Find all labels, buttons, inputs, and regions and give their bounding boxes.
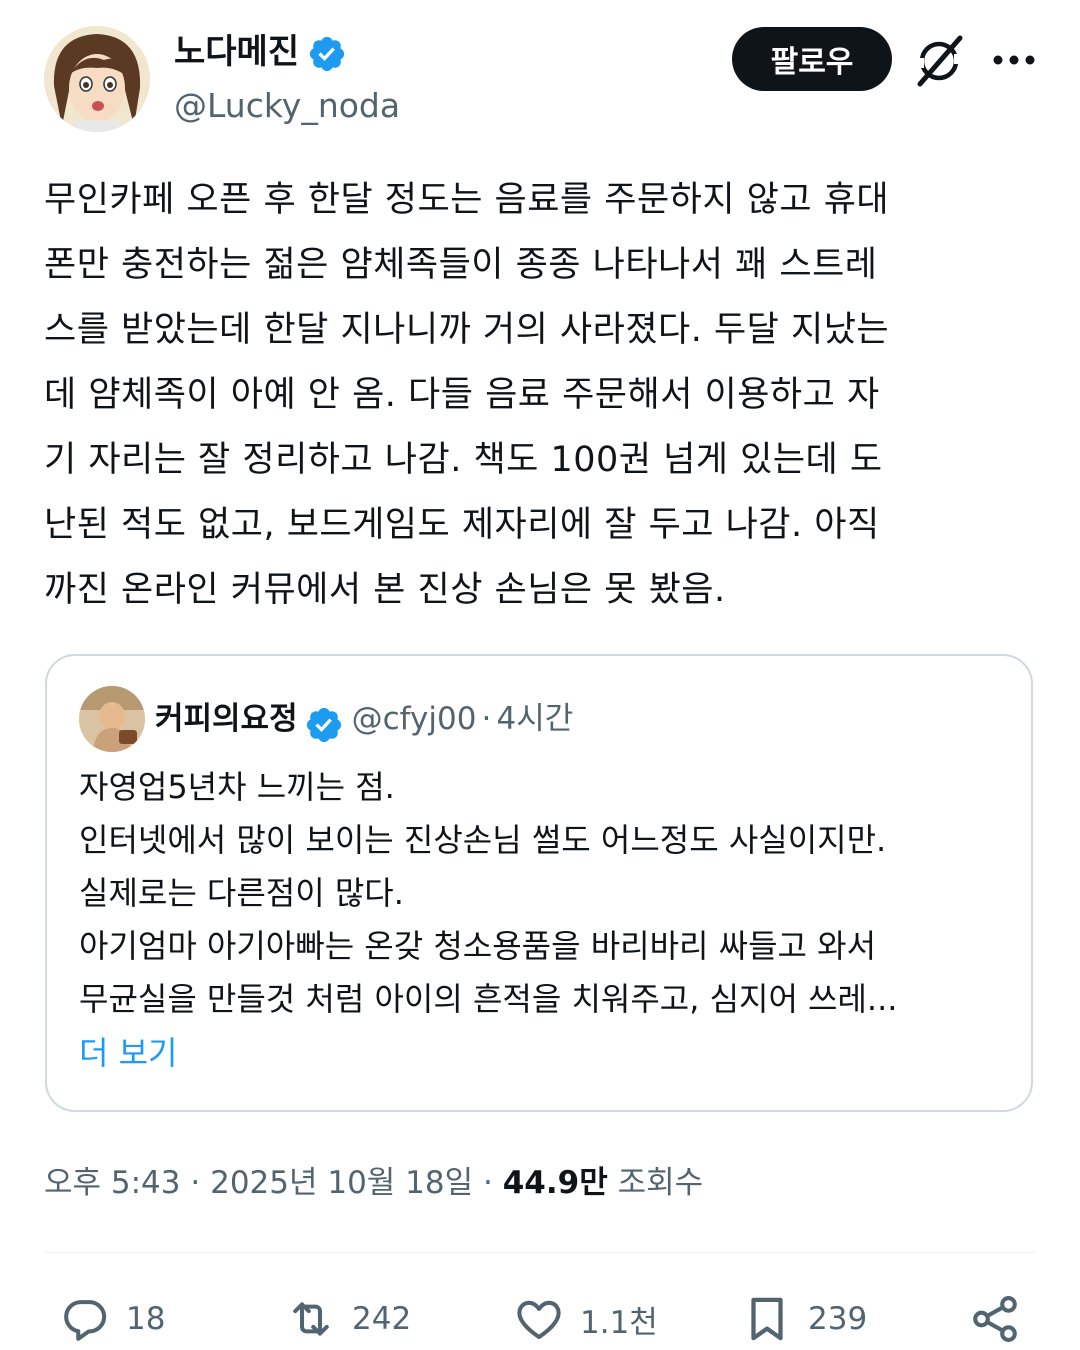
views-label: 조회수 — [617, 1165, 704, 1201]
tweet-text-line: 까진 온라인 커뮤에서 본 진상 손님은 못 봤음. — [44, 570, 726, 610]
tweet-text-line: 폰만 충전하는 젊은 얌체족들이 종종 나타나서 꽤 스트레 — [44, 245, 878, 285]
bookmark-button[interactable]: 239 — [740, 1292, 867, 1346]
tweet-header: 노다메진 @Lucky_noda 팔로우 — [0, 0, 1080, 150]
quote-separator: · — [481, 701, 492, 737]
retweet-count: 242 — [352, 1301, 412, 1337]
show-more-link[interactable]: 더 보기 — [79, 1028, 178, 1078]
quote-text-line: 자영업5년차 느끼는 점. — [79, 768, 395, 806]
like-count: 1.1천 — [580, 1304, 658, 1341]
action-bar: 18 242 1.1천 239 — [0, 1280, 1080, 1350]
grok-icon[interactable] — [912, 32, 968, 88]
divider — [44, 1252, 1036, 1253]
tweet-text-line: 데 얌체족이 아예 안 옴. 다들 음료 주문해서 이용하고 자 — [44, 375, 880, 415]
heart-icon — [517, 1300, 561, 1340]
author-avatar[interactable] — [44, 26, 150, 132]
quote-author-handle[interactable]: @cfyj00 — [352, 701, 477, 737]
tweet-text: 무인카페 오픈 후 한달 정도는 음료를 주문하지 않고 휴대 폰만 충전하는 … — [44, 168, 1036, 623]
tweet-time[interactable]: 오후 5:43 — [44, 1165, 181, 1201]
share-button[interactable] — [968, 1292, 1022, 1346]
retweet-icon — [293, 1302, 329, 1336]
quoted-tweet-card[interactable]: 커피의요정 @cfyj00 · 4시간 자영업5년차 느끼는 점. 인터넷에서 … — [45, 654, 1033, 1112]
retweet-button[interactable]: 242 — [284, 1292, 411, 1346]
quote-text-line: 아기엄마 아기아빠는 온갖 청소용품을 바리바리 싸들고 와서 — [79, 927, 877, 965]
quote-header: 커피의요정 @cfyj00 · 4시간 — [155, 694, 573, 744]
quote-text: 자영업5년차 느끼는 점. 인터넷에서 많이 보이는 진상손님 썰도 어느정도 … — [79, 761, 1009, 1026]
verified-badge-icon — [306, 707, 341, 742]
share-icon — [973, 1296, 1017, 1342]
bookmark-count: 239 — [808, 1301, 868, 1337]
quote-text-line: 인터넷에서 많이 보이는 진상손님 썰도 어느정도 사실이지만. — [79, 821, 887, 859]
author-name[interactable]: 노다메진 — [174, 30, 347, 74]
quote-avatar-icon — [79, 686, 145, 752]
reply-icon — [64, 1300, 107, 1341]
anime-character-avatar-icon — [44, 26, 150, 132]
bookmark-icon — [751, 1297, 783, 1341]
verified-badge-icon — [310, 36, 345, 71]
views-count: 44.9만 — [502, 1165, 608, 1201]
like-button[interactable]: 1.1천 — [512, 1292, 658, 1346]
tweet-text-line: 무인카페 오픈 후 한달 정도는 음료를 주문하지 않고 휴대 — [44, 180, 890, 220]
meta-separator: · — [483, 1165, 493, 1201]
quote-text-line: 무균실을 만들것 처럼 아이의 흔적을 치워주고, 심지어 쓰레... — [79, 980, 898, 1018]
quote-author-avatar[interactable] — [79, 686, 145, 752]
quote-text-line: 실제로는 다른점이 많다. — [79, 874, 404, 912]
author-display-name[interactable]: 노다메진 — [174, 32, 299, 72]
tweet-date[interactable]: 2025년 10월 18일 — [210, 1165, 473, 1201]
more-dots-icon[interactable] — [986, 40, 1046, 80]
reply-count: 18 — [126, 1301, 166, 1337]
tweet-text-line: 난된 적도 없고, 보드게임도 제자리에 잘 두고 나감. 아직 — [44, 505, 880, 545]
tweet-text-line: 스를 받았는데 한달 지나니까 거의 사라졌다. 두달 지났는 — [44, 310, 890, 350]
quote-timestamp[interactable]: 4시간 — [496, 701, 573, 737]
reply-button[interactable]: 18 — [58, 1292, 165, 1346]
tweet-meta: 오후 5:43 · 2025년 10월 18일 · 44.9만 조회수 — [44, 1158, 703, 1208]
follow-button[interactable]: 팔로우 — [732, 27, 892, 91]
tweet-text-line: 기 자리는 잘 정리하고 나감. 책도 100권 넘게 있는데 도 — [44, 440, 883, 480]
meta-separator: · — [190, 1165, 201, 1201]
quote-author-name[interactable]: 커피의요정 — [155, 701, 298, 737]
author-handle[interactable]: @Lucky_noda — [174, 84, 400, 128]
